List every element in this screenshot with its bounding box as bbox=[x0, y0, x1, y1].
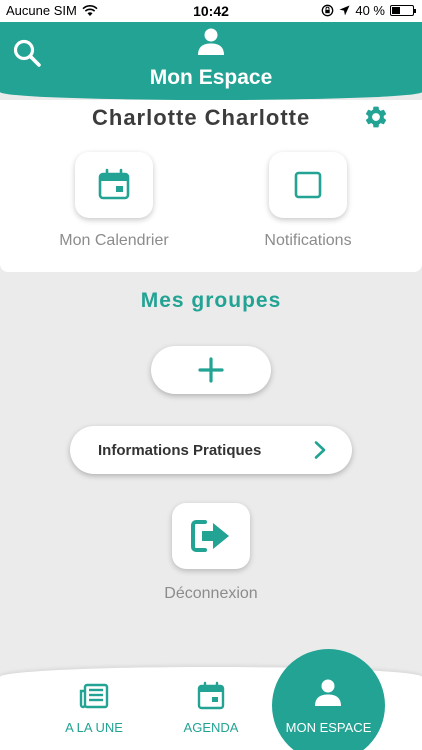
location-arrow-icon bbox=[339, 5, 350, 16]
rotation-lock-icon bbox=[322, 4, 334, 17]
calendar-icon bbox=[197, 681, 225, 710]
user-icon bbox=[315, 679, 341, 706]
logout-icon bbox=[191, 520, 229, 552]
logout-label: Déconnexion bbox=[164, 585, 258, 602]
chevron-right-icon bbox=[314, 441, 326, 459]
battery-fill bbox=[392, 7, 400, 14]
page-title: Mon Espace bbox=[149, 66, 273, 89]
groups-title: Mes groupes bbox=[140, 289, 282, 312]
search-icon[interactable] bbox=[12, 38, 42, 68]
gear-icon[interactable] bbox=[363, 104, 389, 130]
header: Mon Espace bbox=[0, 22, 422, 100]
calendar-label: Mon Calendrier bbox=[59, 232, 169, 249]
info-pratiques-label: Informations Pratiques bbox=[98, 441, 262, 459]
battery-icon bbox=[390, 5, 416, 16]
battery-percent: 40 % bbox=[355, 3, 385, 18]
notifications-label: Notifications bbox=[264, 232, 352, 249]
status-bar: Aucune SIM 10:42 40 % bbox=[0, 0, 422, 22]
user-icon bbox=[198, 28, 224, 55]
add-group-button[interactable] bbox=[151, 346, 271, 394]
profile-card: Charlotte Charlotte Mon Calendrier Notif… bbox=[0, 100, 422, 272]
status-right: 40 % bbox=[321, 3, 416, 18]
logout-button[interactable] bbox=[172, 503, 250, 569]
notifications-button[interactable] bbox=[269, 152, 347, 218]
tab-mon-espace-label: MON ESPACE bbox=[285, 720, 372, 735]
calendar-button[interactable] bbox=[75, 152, 153, 218]
tab-mon-espace[interactable]: MON ESPACE bbox=[272, 649, 385, 750]
tab-agenda[interactable]: AGENDA bbox=[141, 667, 281, 750]
profile-name: Charlotte Charlotte bbox=[92, 105, 311, 130]
plus-icon bbox=[198, 357, 224, 383]
notification-square-icon bbox=[294, 171, 322, 199]
tab-agenda-label: AGENDA bbox=[183, 720, 239, 735]
info-pratiques-button[interactable]: Informations Pratiques bbox=[70, 426, 352, 474]
tab-bar: A LA UNE AGENDA MON ESPACE bbox=[0, 649, 422, 750]
calendar-icon bbox=[98, 168, 130, 200]
newspaper-icon bbox=[79, 683, 109, 709]
